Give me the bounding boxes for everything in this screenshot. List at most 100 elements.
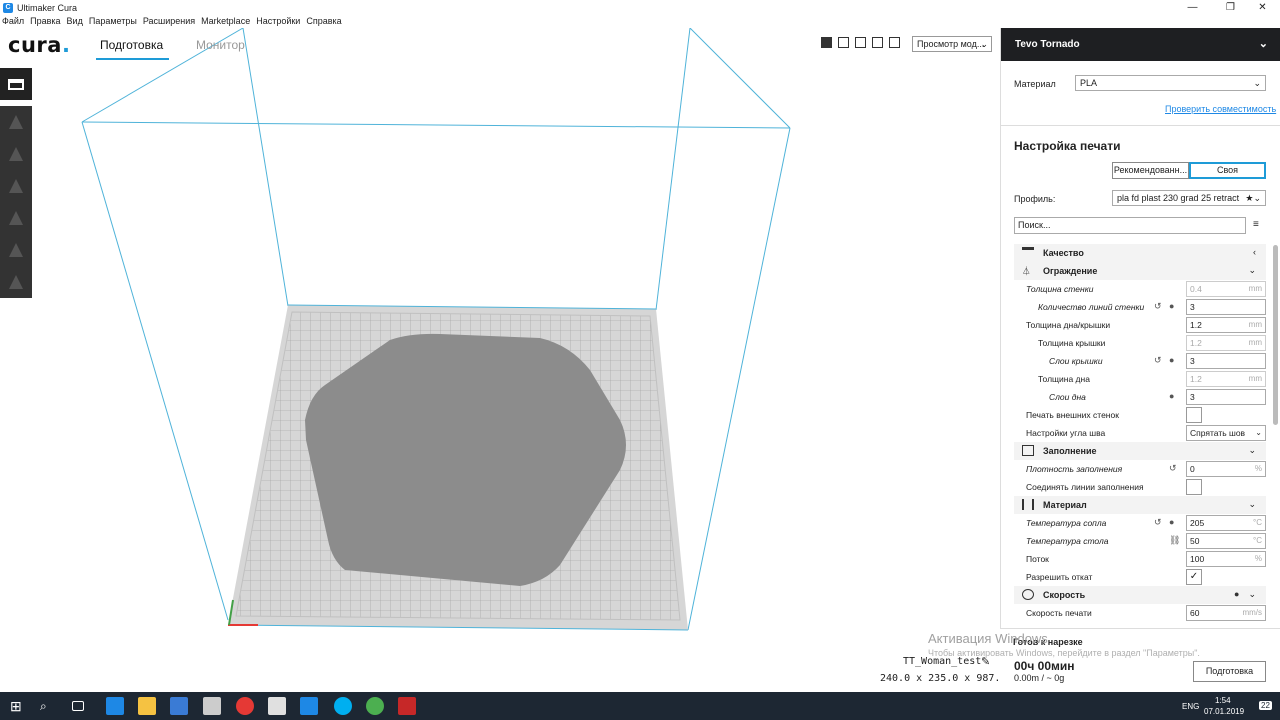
reset-icon[interactable]: ↺: [1169, 463, 1177, 474]
custom-button[interactable]: Своя: [1189, 162, 1266, 179]
topbottom-thickness-field[interactable]: 1.2 mm: [1186, 317, 1266, 333]
category-quality[interactable]: Качество ‹: [1014, 244, 1266, 262]
move-tool[interactable]: [0, 106, 32, 138]
category-material[interactable]: Материал ⌄: [1014, 496, 1266, 514]
app-icon[interactable]: [268, 697, 286, 715]
mirror-tool[interactable]: [0, 202, 32, 234]
settings-menu-icon[interactable]: ≡: [1253, 219, 1259, 230]
transform-tools: [0, 106, 32, 298]
top-thickness-field[interactable]: 1.2 mm: [1186, 335, 1266, 351]
move-icon: [9, 115, 23, 129]
setting-infill-density: Плотность заполнения ↺ 0%: [1014, 460, 1266, 478]
task-view-icon[interactable]: [72, 701, 84, 711]
top-layers-field[interactable]: 3: [1186, 353, 1266, 369]
reset-icon[interactable]: ↺: [1154, 355, 1162, 366]
menu-edit[interactable]: Правка: [27, 15, 63, 28]
menu-view[interactable]: Вид: [64, 15, 86, 28]
volume-edge: [655, 28, 691, 311]
wall-thickness-field[interactable]: 0.4 mm: [1186, 281, 1266, 297]
edge-icon[interactable]: [106, 697, 124, 715]
build-volume-viewport[interactable]: [0, 28, 1000, 692]
yandex-icon[interactable]: [236, 697, 254, 715]
explorer-icon[interactable]: [138, 697, 156, 715]
setting-seam: Настройки угла шва Спрятать шов ⌄: [1014, 424, 1266, 442]
category-infill[interactable]: Заполнение ⌄: [1014, 442, 1266, 460]
clock-time[interactable]: 1:54: [1215, 696, 1231, 705]
title-bar: C Ultimaker Cura — ❐ ✕: [0, 0, 1280, 15]
settings-search-input[interactable]: Поиск...: [1014, 217, 1246, 234]
tab-monitor[interactable]: Монитор: [196, 38, 245, 52]
chrome-icon[interactable]: [366, 697, 384, 715]
clock-date[interactable]: 07.01.2019: [1204, 707, 1244, 716]
speed-icon: [1022, 589, 1034, 600]
view-left-icon[interactable]: [872, 37, 883, 48]
slice-button[interactable]: Подготовка: [1193, 661, 1266, 682]
chevron-down-icon: ⌄: [1248, 499, 1256, 509]
store-icon[interactable]: [170, 697, 188, 715]
support-blocker-icon: [9, 275, 23, 289]
nozzle-temp-field[interactable]: 205 °C: [1186, 515, 1266, 531]
language-indicator[interactable]: ENG: [1182, 702, 1199, 711]
close-button[interactable]: ✕: [1245, 0, 1280, 15]
maximize-button[interactable]: ❐: [1213, 0, 1248, 15]
view-top-icon[interactable]: [855, 37, 866, 48]
view-right-icon[interactable]: [889, 37, 900, 48]
printer-selector[interactable]: Tevo Tornado ⌄: [1001, 28, 1280, 61]
info-icon[interactable]: ●: [1234, 589, 1239, 599]
menu-settings[interactable]: Параметры: [86, 15, 140, 28]
material-dropdown[interactable]: PLA ⌄: [1075, 75, 1266, 91]
settings-scrollbar[interactable]: [1273, 245, 1278, 425]
category-speed[interactable]: Скорость ● ⌄: [1014, 586, 1266, 604]
setting-retraction: Разрешить откат ✓: [1014, 568, 1266, 586]
bottom-thickness-field[interactable]: 1.2 mm: [1186, 371, 1266, 387]
search-icon[interactable]: ⌕: [40, 697, 58, 715]
per-model-settings-tool[interactable]: [0, 234, 32, 266]
support-blocker-tool[interactable]: [0, 266, 32, 298]
windows-start-icon[interactable]: ⊞: [10, 697, 28, 715]
bottom-layers-field[interactable]: 3: [1186, 389, 1266, 405]
infill-density-field[interactable]: 0%: [1186, 461, 1266, 477]
menu-help[interactable]: Справка: [303, 15, 344, 28]
open-file-button[interactable]: [0, 68, 32, 100]
header: cura. Подготовка Монитор Просмотр мод...…: [0, 28, 1000, 62]
skype-icon[interactable]: [334, 697, 352, 715]
retraction-checkbox[interactable]: ✓: [1186, 569, 1202, 585]
flow-field[interactable]: 100%: [1186, 551, 1266, 567]
solidworks-icon[interactable]: [398, 697, 416, 715]
volume-edge: [81, 121, 791, 129]
reset-icon[interactable]: ↺: [1154, 517, 1162, 528]
setting-outer-walls: Печать внешних стенок: [1014, 406, 1266, 424]
minimize-button[interactable]: —: [1175, 0, 1210, 15]
recommended-button[interactable]: Рекомендованн...: [1112, 162, 1189, 179]
cura-taskbar-icon[interactable]: [300, 697, 318, 715]
chevron-down-icon: ⌄: [980, 39, 988, 49]
outer-walls-checkbox[interactable]: [1186, 407, 1202, 423]
category-shell[interactable]: ⏃ Ограждение ⌄: [1014, 262, 1266, 280]
check-compatibility-link[interactable]: Проверить совместимость: [1165, 104, 1276, 114]
wall-lines-field[interactable]: 3: [1186, 299, 1266, 315]
view-3d-icon[interactable]: [821, 37, 832, 48]
connect-infill-checkbox[interactable]: [1186, 479, 1202, 495]
menu-file[interactable]: Файл: [0, 15, 27, 28]
reset-icon[interactable]: ↺: [1154, 301, 1162, 312]
print-speed-field[interactable]: 60 mm/s: [1186, 605, 1266, 621]
bed-temp-field[interactable]: 50 °C: [1186, 533, 1266, 549]
menu-preferences[interactable]: Настройки: [253, 15, 303, 28]
function-icon: ●: [1169, 355, 1175, 365]
chevron-down-icon: ⌄: [1253, 78, 1261, 88]
profile-dropdown[interactable]: pla fd plast 230 grad 25 retract ★⌄: [1112, 190, 1266, 206]
scale-tool[interactable]: [0, 138, 32, 170]
seam-dropdown[interactable]: Спрятать шов ⌄: [1186, 425, 1266, 441]
setting-wall-lines: Количество линий стенки ↺ ● 3: [1014, 298, 1266, 316]
tab-prepare[interactable]: Подготовка: [100, 38, 163, 52]
divider: [1000, 125, 1280, 126]
material-label: Материал: [1014, 79, 1056, 89]
volume-edge: [687, 127, 791, 631]
notification-badge[interactable]: 22: [1259, 701, 1272, 710]
rotate-tool[interactable]: [0, 170, 32, 202]
view-mode-dropdown[interactable]: Просмотр мод... ⌄: [912, 36, 992, 52]
menu-marketplace[interactable]: Marketplace: [198, 15, 253, 28]
view-front-icon[interactable]: [838, 37, 849, 48]
menu-extensions[interactable]: Расширения: [140, 15, 198, 28]
calculator-icon[interactable]: [203, 697, 221, 715]
